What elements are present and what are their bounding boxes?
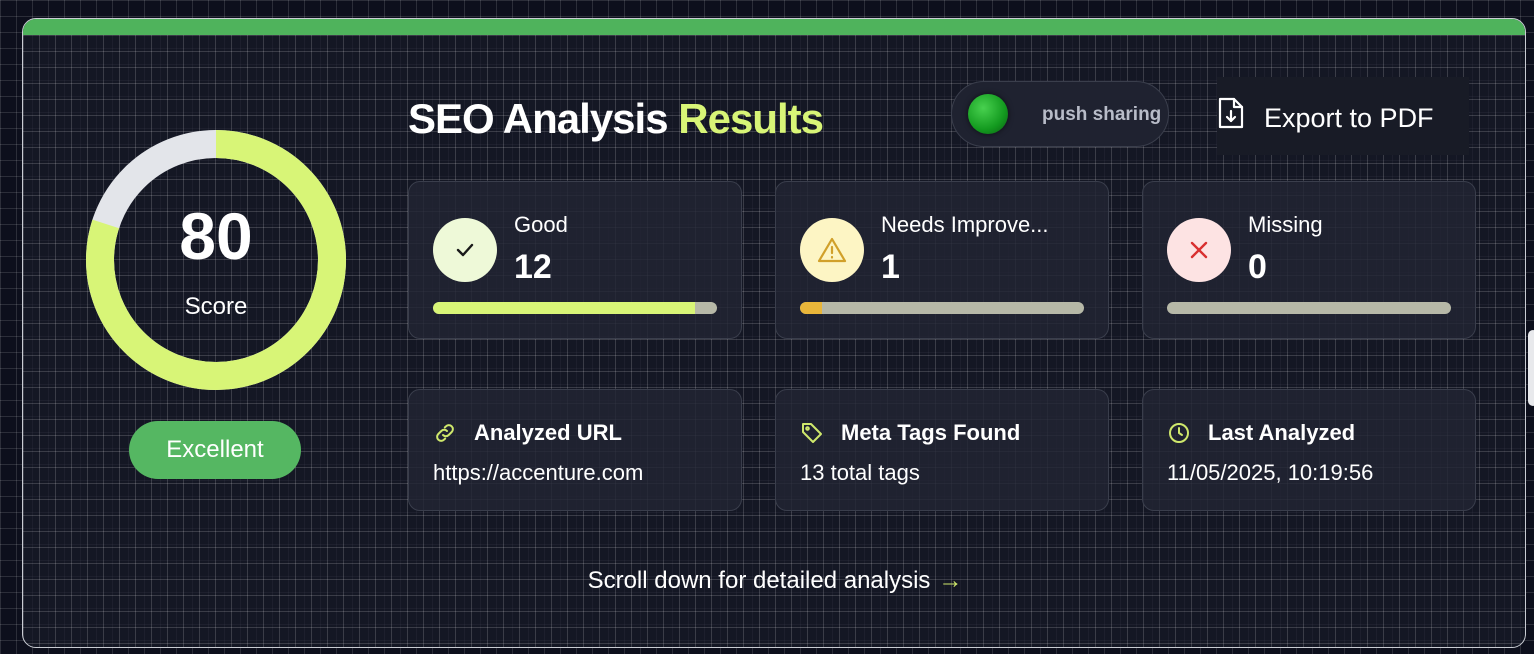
file-download-icon bbox=[1217, 97, 1245, 134]
scroll-hint-link[interactable]: Scroll down for detailed analysis → bbox=[23, 567, 1525, 595]
stat-label: Missing bbox=[1248, 212, 1323, 237]
info-card-last-analyzed: Last Analyzed 11/05/2025, 10:19:56 bbox=[1142, 389, 1476, 511]
page-title: SEO Analysis Results bbox=[408, 95, 824, 143]
toggle-knob[interactable] bbox=[968, 94, 1008, 134]
side-scroll-handle[interactable] bbox=[1528, 330, 1534, 406]
export-label: Export to PDF bbox=[1264, 103, 1434, 133]
stat-value: 12 bbox=[514, 248, 552, 286]
stat-progress-bar bbox=[800, 302, 1084, 314]
analyzed-url-value: https://accenture.com bbox=[433, 460, 644, 485]
last-analyzed-value: 11/05/2025, 10:19:56 bbox=[1167, 460, 1374, 485]
title-main: SEO Analysis bbox=[408, 95, 669, 142]
close-icon bbox=[1167, 218, 1231, 282]
score-label: Score bbox=[184, 293, 248, 320]
scroll-hint-text: Scroll down for detailed analysis bbox=[587, 567, 931, 594]
score-value: 80 bbox=[179, 199, 253, 273]
stat-value: 1 bbox=[881, 248, 900, 286]
score-ring: 80 Score bbox=[85, 129, 347, 391]
stat-progress-fill bbox=[433, 302, 696, 314]
stat-progress-bar bbox=[433, 302, 717, 314]
stat-card-missing: Missing 0 bbox=[1142, 181, 1476, 339]
export-pdf-button[interactable]: Export to PDF bbox=[1217, 77, 1469, 155]
stat-label: Needs Improve... bbox=[881, 212, 1049, 237]
arrow-right-icon: → bbox=[938, 567, 963, 594]
seo-results-card: 80 Score Excellent SEO Analysis Results … bbox=[22, 18, 1526, 648]
stat-card-good: Good 12 bbox=[408, 181, 742, 339]
stat-card-needs-improvement: Needs Improve... 1 bbox=[775, 181, 1109, 339]
tag-icon bbox=[800, 421, 824, 450]
meta-tags-value: 13 total tags bbox=[800, 460, 920, 485]
stat-progress-bar bbox=[1167, 302, 1451, 314]
clock-icon bbox=[1167, 421, 1191, 450]
warning-icon bbox=[800, 218, 864, 282]
card-top-accent-bar bbox=[23, 19, 1525, 35]
check-icon bbox=[433, 218, 497, 282]
info-card-analyzed-url: Analyzed URL https://accenture.com bbox=[408, 389, 742, 511]
stat-progress-fill bbox=[800, 302, 822, 314]
stat-value: 0 bbox=[1248, 248, 1267, 286]
rating-badge: Excellent bbox=[129, 421, 301, 479]
link-icon bbox=[433, 421, 457, 450]
info-title: Meta Tags Found bbox=[841, 420, 1021, 445]
info-title: Analyzed URL bbox=[474, 420, 622, 445]
toggle-label: push sharing bbox=[1042, 104, 1162, 125]
info-title: Last Analyzed bbox=[1208, 420, 1356, 445]
title-accent: Results bbox=[678, 95, 824, 142]
stat-label: Good bbox=[514, 212, 568, 237]
info-card-meta-tags: Meta Tags Found 13 total tags bbox=[775, 389, 1109, 511]
push-sharing-toggle[interactable]: push sharing bbox=[951, 81, 1169, 147]
